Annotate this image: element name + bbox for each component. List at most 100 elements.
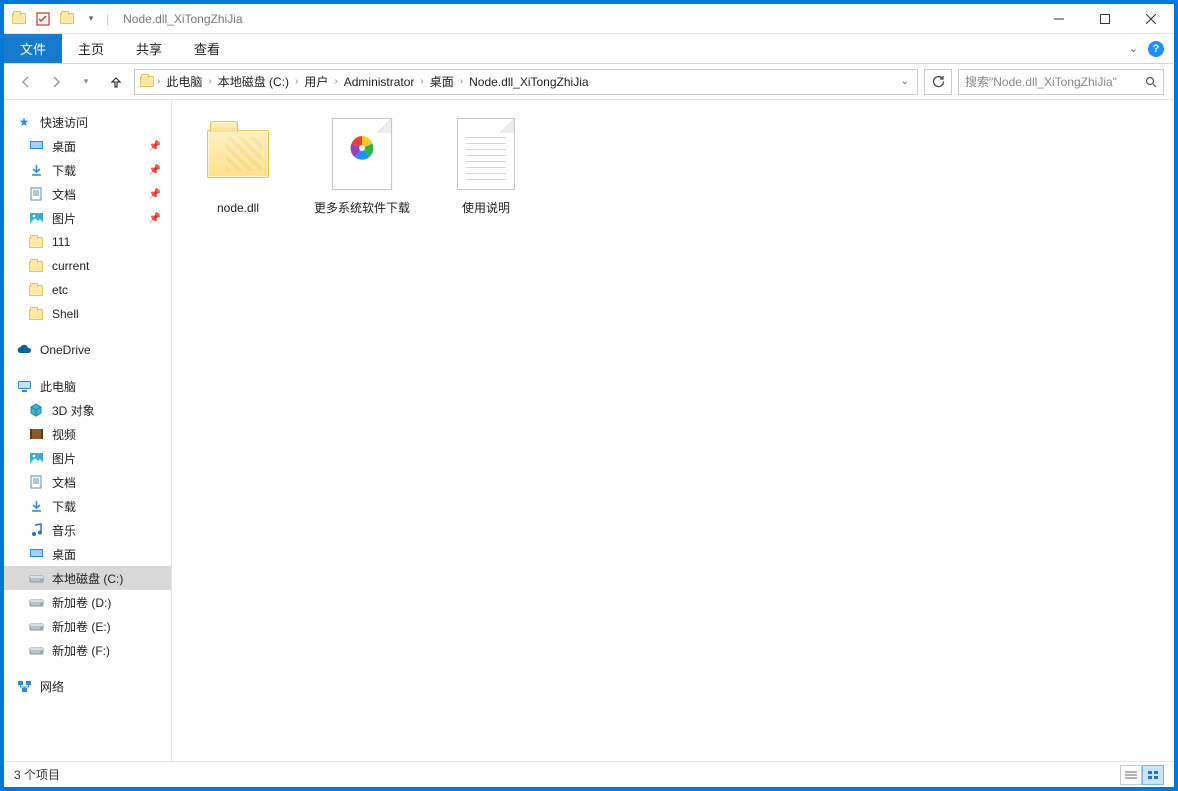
star-icon: ★	[16, 114, 32, 130]
chevron-right-icon[interactable]: ›	[206, 76, 213, 87]
sidebar-item-this-pc[interactable]: 图片	[4, 446, 171, 470]
sidebar-item-label: 新加卷 (E:)	[52, 618, 111, 635]
sidebar-item-this-pc[interactable]: 视频	[4, 422, 171, 446]
nav-up-button[interactable]	[104, 70, 128, 94]
sidebar-item-this-pc[interactable]: 新加卷 (F:)	[4, 638, 171, 662]
sidebar-this-pc-header[interactable]: 此电脑	[4, 374, 171, 398]
3d-icon	[28, 402, 44, 418]
file-item[interactable]: 更多系统软件下载	[314, 114, 410, 217]
chevron-right-icon[interactable]: ›	[293, 76, 300, 87]
chevron-right-icon[interactable]: ›	[332, 76, 339, 87]
sidebar-item-label: 桌面	[52, 546, 76, 563]
sidebar-item-this-pc[interactable]: 下载	[4, 494, 171, 518]
sidebar-item-quick-access[interactable]: current	[4, 254, 171, 278]
minimize-button[interactable]	[1036, 4, 1082, 34]
text-document-icon	[457, 118, 515, 190]
title-bar: ▾ | Node.dll_XiTongZhiJia	[4, 4, 1174, 34]
nav-recent-dropdown[interactable]: ▾	[74, 70, 98, 94]
breadcrumb-seg[interactable]: Administrator	[340, 75, 419, 89]
sidebar-item-label: Shell	[52, 307, 79, 321]
qat-dropdown-icon[interactable]: ▾	[82, 10, 100, 28]
desktop-icon	[28, 546, 44, 562]
chevron-right-icon[interactable]: ›	[155, 76, 162, 87]
qat-folder-icon[interactable]	[58, 10, 76, 28]
view-details-button[interactable]	[1120, 765, 1142, 785]
nav-forward-button[interactable]	[44, 70, 68, 94]
ribbon-tab-view[interactable]: 查看	[178, 34, 236, 63]
sidebar-item-label: 桌面	[52, 138, 76, 155]
download-icon	[28, 162, 44, 178]
close-button[interactable]	[1128, 4, 1174, 34]
sidebar-item-this-pc[interactable]: 文档	[4, 470, 171, 494]
maximize-button[interactable]	[1082, 4, 1128, 34]
shortcut-icon	[332, 118, 392, 190]
breadcrumb-seg[interactable]: 此电脑	[162, 73, 206, 90]
sidebar-item-this-pc[interactable]: 新加卷 (E:)	[4, 614, 171, 638]
breadcrumb-seg[interactable]: 本地磁盘 (C:)	[214, 73, 293, 90]
address-bar[interactable]: › 此电脑 › 本地磁盘 (C:) › 用户 › Administrator ›…	[134, 69, 918, 95]
chevron-right-icon[interactable]: ›	[458, 76, 465, 87]
folder-icon	[28, 306, 44, 322]
sidebar-item-label: 图片	[52, 450, 76, 467]
sidebar-item-quick-access[interactable]: 桌面📌	[4, 134, 171, 158]
pin-icon: 📌	[149, 165, 161, 176]
ribbon-tab-home[interactable]: 主页	[62, 34, 120, 63]
breadcrumb-seg[interactable]: 桌面	[426, 73, 458, 90]
sidebar-item-this-pc[interactable]: 新加卷 (D:)	[4, 590, 171, 614]
sidebar-item-quick-access[interactable]: etc	[4, 278, 171, 302]
view-large-icons-button[interactable]	[1142, 765, 1164, 785]
sidebar-item-this-pc[interactable]: 桌面	[4, 542, 171, 566]
sidebar-item-label: 下载	[52, 162, 76, 179]
breadcrumb-seg[interactable]: Node.dll_XiTongZhiJia	[465, 75, 592, 89]
network-icon	[16, 678, 32, 694]
sidebar-quick-access-header[interactable]: ★ 快速访问	[4, 110, 171, 134]
address-dropdown-icon[interactable]: ⌄	[893, 76, 917, 87]
file-label: node.dll	[217, 200, 259, 217]
navigation-bar: ▾ › 此电脑 › 本地磁盘 (C:) › 用户 › Administrator…	[4, 64, 1174, 100]
chevron-right-icon[interactable]: ›	[418, 76, 425, 87]
search-input[interactable]: 搜索"Node.dll_XiTongZhiJia"	[958, 69, 1164, 95]
status-item-count: 3 个项目	[14, 766, 60, 783]
sidebar-item-this-pc[interactable]: 本地磁盘 (C:)	[4, 566, 171, 590]
sidebar-item-label: 3D 对象	[52, 402, 95, 419]
sidebar-item-quick-access[interactable]: 文档📌	[4, 182, 171, 206]
folder-icon	[10, 10, 28, 28]
sidebar-item-label: 图片	[52, 210, 76, 227]
file-list-area[interactable]: node.dll 更多系统软件下载 使用说明	[172, 100, 1174, 761]
file-item[interactable]: node.dll	[190, 114, 286, 217]
document-icon	[28, 186, 44, 202]
ribbon-tab-file[interactable]: 文件	[4, 34, 62, 63]
nav-back-button[interactable]	[14, 70, 38, 94]
ribbon-expand-icon[interactable]: ⌄	[1129, 42, 1138, 55]
sidebar-item-quick-access[interactable]: Shell	[4, 302, 171, 326]
drive-icon	[28, 642, 44, 658]
sidebar-item-this-pc[interactable]: 音乐	[4, 518, 171, 542]
folder-icon	[28, 234, 44, 250]
file-label: 更多系统软件下载	[314, 200, 410, 217]
sidebar-item-label: 音乐	[52, 522, 76, 539]
video-icon	[28, 426, 44, 442]
sidebar-item-label: etc	[52, 283, 68, 297]
ribbon-tab-share[interactable]: 共享	[120, 34, 178, 63]
sidebar-item-label: current	[52, 259, 89, 273]
sidebar-network[interactable]: 网络	[4, 674, 171, 698]
refresh-button[interactable]	[924, 69, 952, 95]
file-item[interactable]: 使用说明	[438, 114, 534, 217]
monitor-icon	[16, 378, 32, 394]
sidebar-item-quick-access[interactable]: 图片📌	[4, 206, 171, 230]
sidebar-onedrive[interactable]: OneDrive	[4, 338, 171, 362]
cloud-icon	[16, 342, 32, 358]
sidebar-item-this-pc[interactable]: 3D 对象	[4, 398, 171, 422]
sidebar-item-quick-access[interactable]: 111	[4, 230, 171, 254]
drive-icon	[28, 618, 44, 634]
folder-icon	[28, 258, 44, 274]
drive-icon	[28, 570, 44, 586]
drive-icon	[28, 594, 44, 610]
breadcrumb-seg[interactable]: 用户	[300, 73, 332, 90]
sidebar-header-label: 此电脑	[40, 378, 76, 395]
qat-properties-icon[interactable]	[34, 10, 52, 28]
pin-icon: 📌	[149, 189, 161, 200]
help-icon[interactable]: ?	[1148, 41, 1164, 57]
sidebar-item-label: 新加卷 (F:)	[52, 642, 110, 659]
sidebar-item-quick-access[interactable]: 下载 📌	[4, 158, 171, 182]
